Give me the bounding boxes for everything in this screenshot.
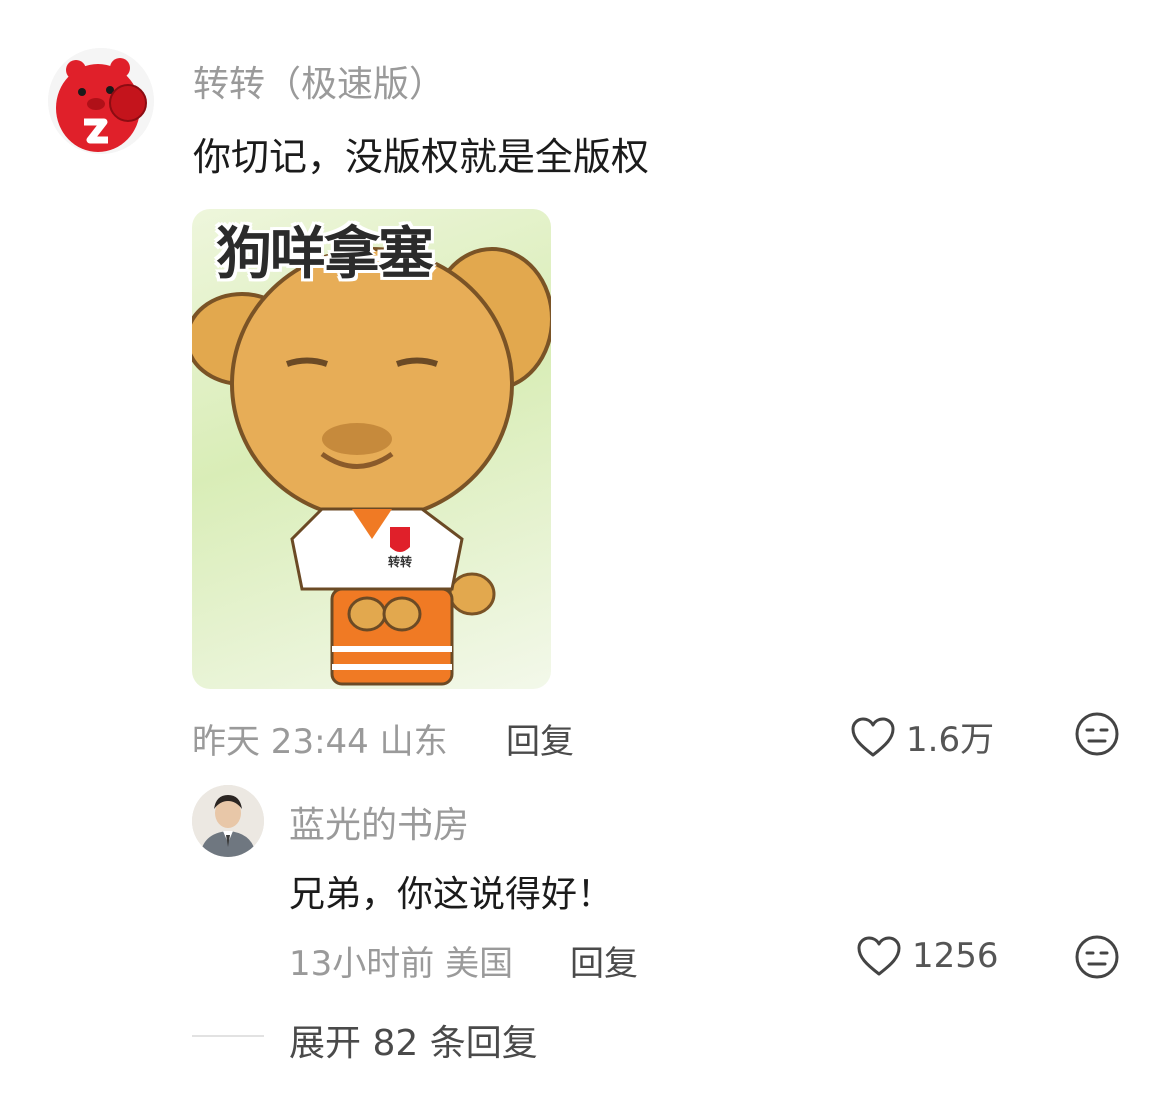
comment-location: 山东 xyxy=(379,722,448,762)
divider xyxy=(192,1035,264,1037)
expand-replies-button[interactable]: 展开 82 条回复 xyxy=(289,1014,538,1066)
user-photo-icon xyxy=(192,785,264,857)
comment-image[interactable]: 狗咩拿塞 转转 xyxy=(192,209,551,689)
reply-meta: 13小时前 美国 xyxy=(289,936,513,985)
like-button[interactable]: 1256 xyxy=(856,935,999,977)
heart-outline-icon xyxy=(857,936,901,976)
reply-time: 13小时前 xyxy=(289,944,435,984)
neutral-face-icon[interactable] xyxy=(1074,934,1120,980)
comment-thread: 转转（极速版） 你切记，没版权就是全版权 狗咩拿塞 转转 昨天 23:44 山东… xyxy=(0,0,1169,1104)
like-count: 1.6万 xyxy=(906,720,995,760)
reply-username[interactable]: 蓝光的书房 xyxy=(289,796,469,848)
reply-button[interactable]: 回复 xyxy=(570,936,638,985)
meme-badge: 转转 xyxy=(388,555,413,569)
comment-text: 你切记，没版权就是全版权 xyxy=(193,135,650,179)
neutral-face-icon[interactable] xyxy=(1074,711,1120,757)
reply-button[interactable]: 回复 xyxy=(506,714,574,763)
meme-caption: 狗咩拿塞 xyxy=(216,222,434,287)
avatar[interactable] xyxy=(48,48,154,154)
heart-outline-icon xyxy=(851,717,895,756)
comment-username[interactable]: 转转（极速版） xyxy=(193,55,445,107)
like-count: 1256 xyxy=(912,936,999,976)
like-button[interactable]: 1.6万 xyxy=(850,712,994,761)
comment-time: 昨天 23:44 xyxy=(192,722,369,762)
reply-text: 兄弟，你这说得好！ xyxy=(289,874,614,915)
avatar[interactable] xyxy=(192,785,264,857)
comment-meta: 昨天 23:44 山东 xyxy=(192,714,448,763)
reply-location: 美国 xyxy=(445,944,514,984)
bear-avatar-icon xyxy=(48,48,154,154)
